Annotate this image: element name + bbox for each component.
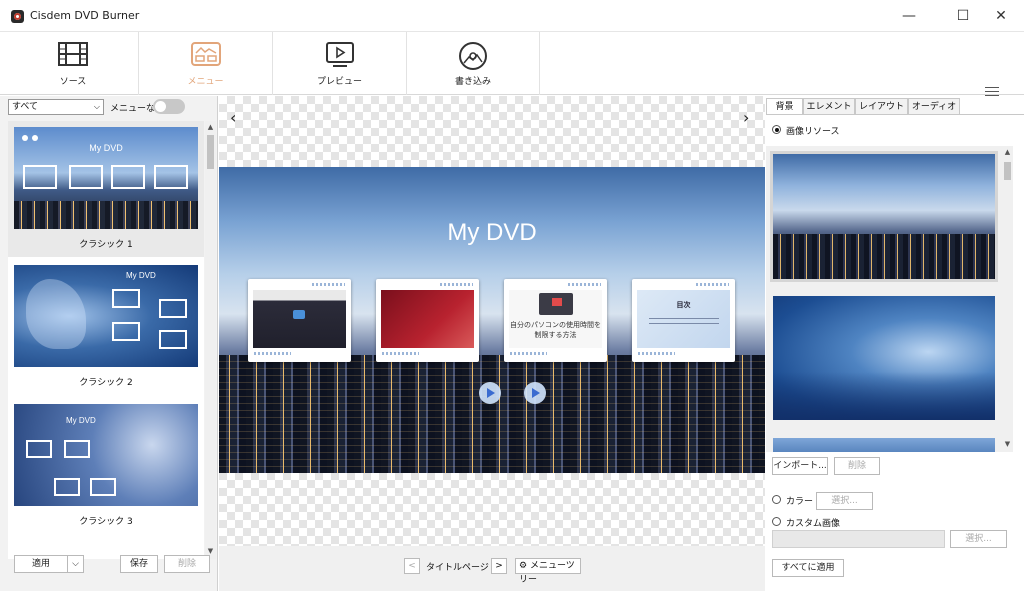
select-color-button[interactable]: 選択... [816, 492, 873, 510]
background-option-city[interactable] [770, 151, 998, 282]
tab-background[interactable]: 背景 [766, 98, 803, 115]
title-page-label: タイトルページ 1 [426, 563, 498, 573]
play-button-icon[interactable] [479, 382, 501, 404]
properties-panel: 背景 エレメント レイアウト オーディオ 画像リソース ▲ ▼ インポート...… [766, 96, 1024, 591]
tab-source-label: ソース [59, 77, 87, 87]
dvd-title[interactable]: My DVD [219, 219, 765, 247]
scrollbar-thumb[interactable] [1004, 162, 1011, 180]
custom-image-radio[interactable] [772, 517, 781, 526]
template-thumbnail: My DVD [14, 127, 198, 229]
menu-layout-icon [190, 42, 221, 66]
menu-canvas: ‹ › My DVD 自分のパソコンの使用時間を制限する方法 目次 [219, 96, 765, 546]
menu-preview: My DVD 自分のパソコンの使用時間を制限する方法 目次 [219, 167, 765, 473]
chapter-card-2[interactable] [376, 279, 479, 362]
scroll-up-icon[interactable]: ▲ [206, 123, 215, 133]
delete-background-button[interactable]: 削除 [834, 457, 880, 475]
chevron-down-icon: ⌵ [93, 102, 100, 111]
template-classic-3[interactable]: My DVD クラシック 3 [8, 398, 204, 534]
apply-button[interactable]: 適用 [14, 555, 68, 573]
next-chapter-button-icon[interactable] [524, 382, 546, 404]
background-option-3[interactable] [773, 438, 995, 452]
image-resource-label: 画像リソース [786, 127, 840, 137]
template-classic-2[interactable]: My DVD クラシック 2 [8, 259, 204, 395]
close-button[interactable]: ✕ [978, 0, 1024, 32]
tab-elements[interactable]: エレメント [803, 98, 855, 115]
scrollbar-thumb[interactable] [207, 135, 214, 169]
tab-menu-label: メニュー [187, 77, 224, 87]
apply-to-all-button[interactable]: すべてに適用 [772, 559, 844, 577]
tab-layout[interactable]: レイアウト [855, 98, 908, 115]
template-thumbnail: My DVD [14, 404, 198, 506]
image-resource-radio[interactable] [772, 125, 781, 134]
film-icon [58, 42, 88, 66]
template-label: クラシック 2 [79, 378, 133, 388]
chapter-card-4[interactable]: 目次 [632, 279, 735, 362]
save-button[interactable]: 保存 [120, 555, 158, 573]
delete-template-button[interactable]: 削除 [164, 555, 210, 573]
template-panel: すべて ⌵ メニューなし My DVD クラシック 1 My DVD クラシック… [0, 96, 218, 591]
thumb-title: My DVD [66, 416, 96, 425]
next-title-page-button[interactable]: > [491, 558, 507, 574]
tab-menu[interactable]: メニュー [139, 32, 273, 95]
background-option-runner[interactable] [773, 296, 995, 420]
page-navigation-bar: < タイトルページ 1 > ⚙ メニューツリー [219, 546, 765, 591]
tab-audio[interactable]: オーディオ [908, 98, 960, 115]
play-screen-icon [325, 42, 354, 67]
background-image-list [766, 146, 1012, 452]
template-label: クラシック 3 [79, 517, 133, 527]
tab-burn-label: 書き込み [454, 77, 491, 87]
chapter-caption: 自分のパソコンの使用時間を制限する方法 [510, 321, 601, 339]
chapter-card-1[interactable] [248, 279, 351, 362]
background-list-scrollbar[interactable]: ▲ ▼ [1002, 146, 1013, 452]
tab-source[interactable]: ソース [8, 32, 139, 95]
next-page-arrow-icon[interactable]: › [743, 108, 749, 127]
chapter-caption: 目次 [676, 301, 691, 309]
apply-dropdown-chevron-icon[interactable]: ⌵ [67, 555, 84, 573]
disc-icon [459, 42, 487, 70]
template-list: My DVD クラシック 1 My DVD クラシック 2 My DVD クラシ… [8, 121, 204, 559]
tab-burn[interactable]: 書き込み [407, 32, 540, 95]
chapter-card-3[interactable]: 自分のパソコンの使用時間を制限する方法 [504, 279, 607, 362]
color-radio[interactable] [772, 495, 781, 504]
title-bar: Cisdem DVD Burner — ☐ ✕ [0, 0, 1024, 32]
minimize-button[interactable]: — [886, 0, 932, 32]
select-custom-image-button[interactable]: 選択... [950, 530, 1007, 548]
menu-tree-button[interactable]: ⚙ メニューツリー [515, 558, 581, 585]
custom-image-path-field[interactable] [772, 530, 945, 548]
template-classic-1[interactable]: My DVD クラシック 1 [8, 121, 204, 257]
gear-icon: ⚙ [519, 561, 528, 571]
template-label: クラシック 1 [79, 240, 133, 250]
prev-page-arrow-icon[interactable]: ‹ [230, 108, 236, 127]
no-menu-toggle[interactable] [153, 99, 185, 114]
scroll-up-icon[interactable]: ▲ [1003, 148, 1012, 158]
app-logo-icon [11, 10, 24, 23]
thumb-title: My DVD [126, 271, 156, 280]
custom-image-label: カスタム画像 [786, 519, 841, 529]
tab-preview-label: プレビュー [316, 77, 362, 87]
tab-preview[interactable]: プレビュー [273, 32, 407, 95]
prev-title-page-button[interactable]: < [404, 558, 420, 574]
template-list-scrollbar[interactable]: ▲ ▼ [205, 121, 216, 559]
thumb-title: My DVD [89, 143, 123, 153]
template-thumbnail: My DVD [14, 265, 198, 367]
menu-tree-label: メニューツリー [519, 561, 575, 585]
template-filter-select[interactable]: すべて ⌵ [8, 99, 104, 115]
main-toolbar: ソース メニュー プレビュー 書き込み [0, 32, 1024, 96]
window-title: Cisdem DVD Burner [30, 9, 140, 22]
template-filter-value: すべて [12, 102, 39, 112]
color-label: カラー [786, 497, 814, 507]
import-button[interactable]: インポート... [772, 457, 828, 475]
scroll-down-icon[interactable]: ▼ [1003, 440, 1012, 450]
